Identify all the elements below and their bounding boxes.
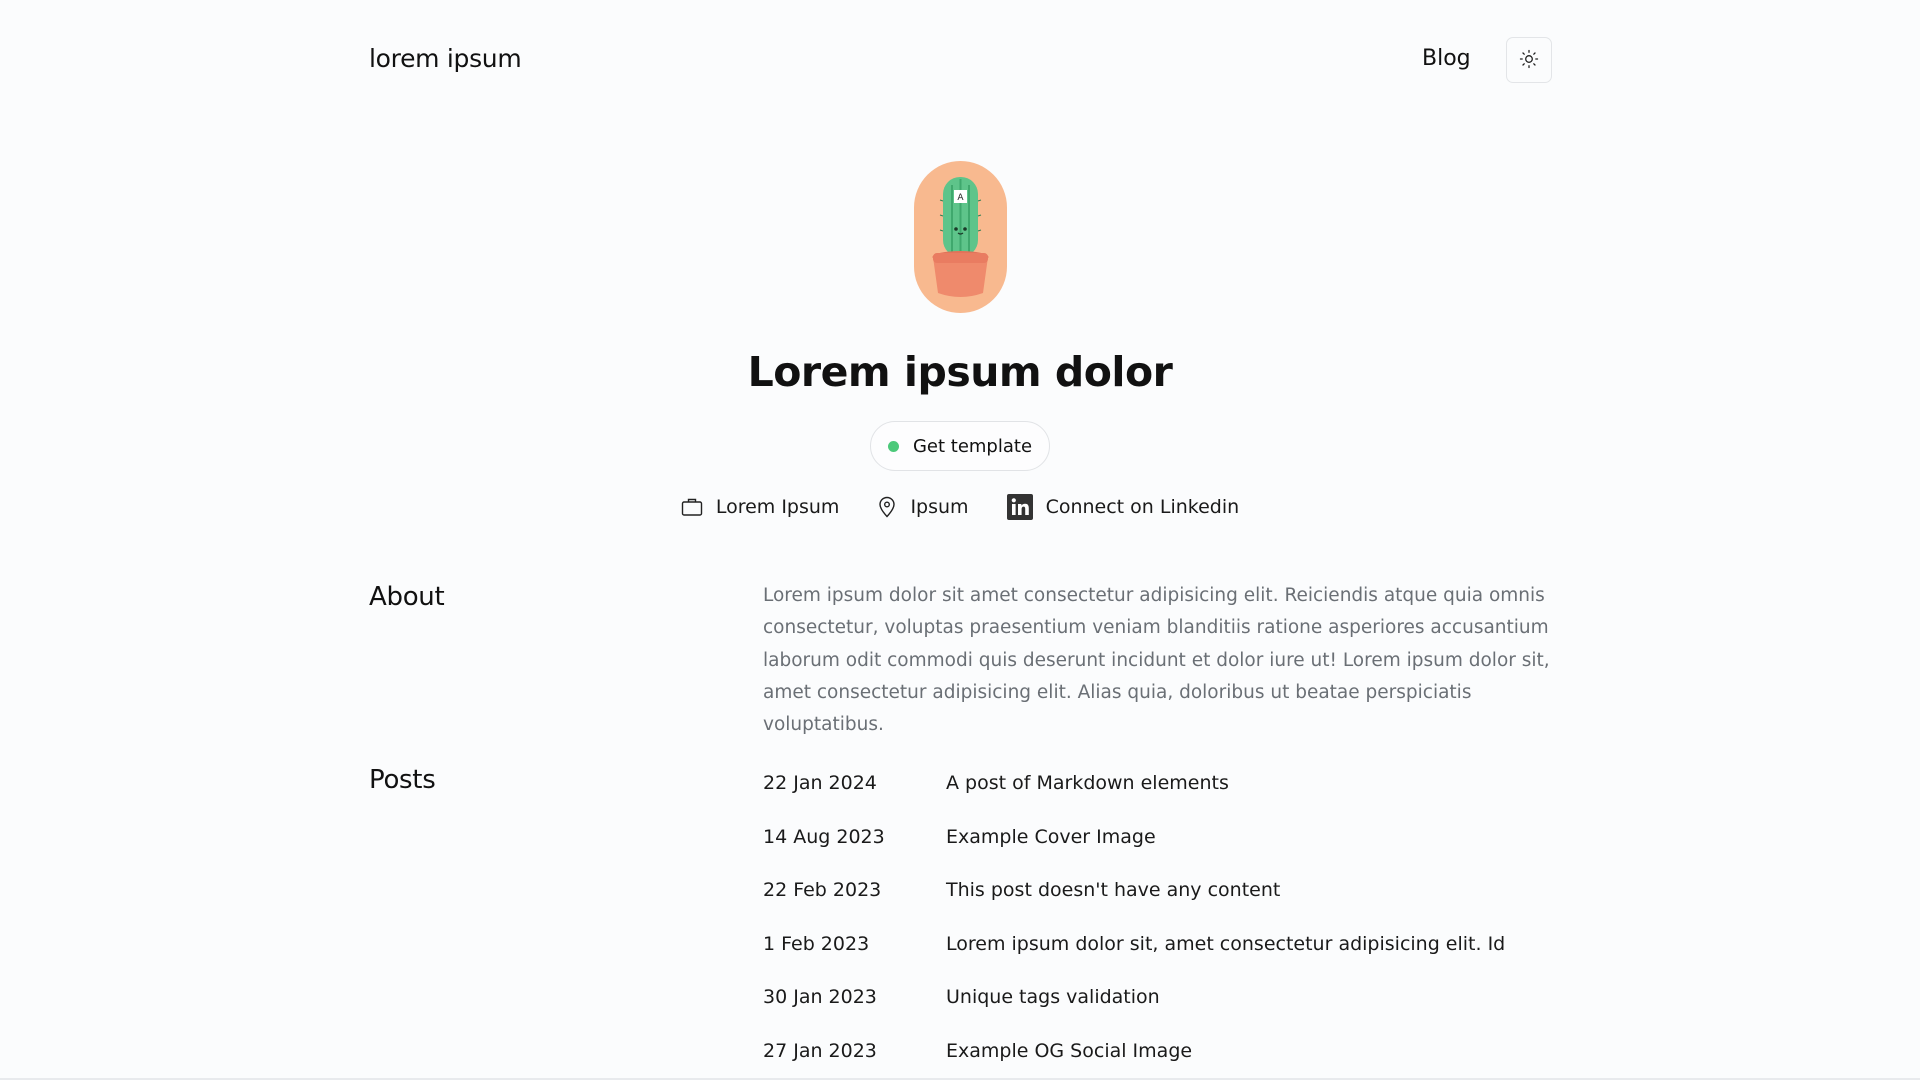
post-title-link[interactable]: This post doesn't have any content bbox=[946, 879, 1563, 901]
list-item: 22 Jan 2024 A post of Markdown elements bbox=[763, 772, 1563, 826]
linkedin-icon bbox=[1006, 494, 1033, 520]
theme-toggle-button[interactable] bbox=[1506, 37, 1552, 83]
get-template-button[interactable]: Get template bbox=[870, 421, 1050, 471]
meta-company: Lorem Ipsum bbox=[681, 496, 840, 518]
post-date: 22 Jan 2024 bbox=[763, 772, 877, 794]
sun-icon bbox=[1519, 49, 1539, 72]
list-item: 27 Jan 2023 Example OG Social Image bbox=[763, 1040, 1563, 1080]
post-title-link[interactable]: Lorem ipsum dolor sit, amet consectetur … bbox=[946, 933, 1563, 955]
location-pin-icon bbox=[877, 496, 897, 518]
about-text: Lorem ipsum dolor sit amet consectetur a… bbox=[763, 585, 1550, 736]
get-template-label: Get template bbox=[912, 435, 1033, 457]
post-date: 1 Feb 2023 bbox=[763, 932, 870, 955]
meta-company-label: Lorem Ipsum bbox=[715, 496, 840, 518]
list-item: 22 Feb 2023 This post doesn't have any c… bbox=[763, 879, 1563, 933]
post-date: 27 Jan 2023 bbox=[763, 1039, 877, 1062]
profile-meta-row: Lorem Ipsum Ipsum Connect on Linkedin bbox=[0, 494, 1920, 520]
about-heading: About bbox=[369, 582, 445, 612]
post-date: 22 Feb 2023 bbox=[763, 879, 882, 902]
cactus-avatar: A bbox=[914, 161, 1007, 313]
briefcase-icon bbox=[681, 497, 703, 517]
post-title-link[interactable]: A post of Markdown elements bbox=[946, 772, 1563, 794]
meta-location: Ipsum bbox=[877, 496, 969, 518]
posts-list: 22 Jan 2024 A post of Markdown elements … bbox=[763, 772, 1563, 1080]
nav-blog-link[interactable]: Blog bbox=[1422, 46, 1471, 71]
posts-heading: Posts bbox=[369, 765, 436, 795]
post-title-link[interactable]: Example OG Social Image bbox=[946, 1040, 1563, 1062]
list-item: 14 Aug 2023 Example Cover Image bbox=[763, 826, 1563, 880]
site-title-link[interactable]: lorem ipsum bbox=[369, 44, 522, 73]
post-date: 14 Aug 2023 bbox=[763, 825, 885, 848]
page-title: Lorem ipsum dolor bbox=[747, 348, 1173, 396]
linkedin-label: Connect on Linkedin bbox=[1045, 496, 1240, 518]
svg-text:A: A bbox=[957, 193, 964, 203]
status-dot bbox=[887, 440, 899, 452]
page: lorem ipsum Blog A Lorem ipsum dolor Get… bbox=[0, 0, 1920, 1080]
list-item: 30 Jan 2023 Unique tags validation bbox=[763, 986, 1563, 1040]
list-item: 1 Feb 2023 Lorem ipsum dolor sit, amet c… bbox=[763, 933, 1563, 987]
post-title-link[interactable]: Example Cover Image bbox=[946, 826, 1563, 848]
meta-location-label: Ipsum bbox=[910, 496, 969, 518]
linkedin-link[interactable]: Connect on Linkedin bbox=[1006, 494, 1240, 520]
post-title-link[interactable]: Unique tags validation bbox=[946, 986, 1563, 1008]
post-date: 30 Jan 2023 bbox=[763, 986, 877, 1009]
